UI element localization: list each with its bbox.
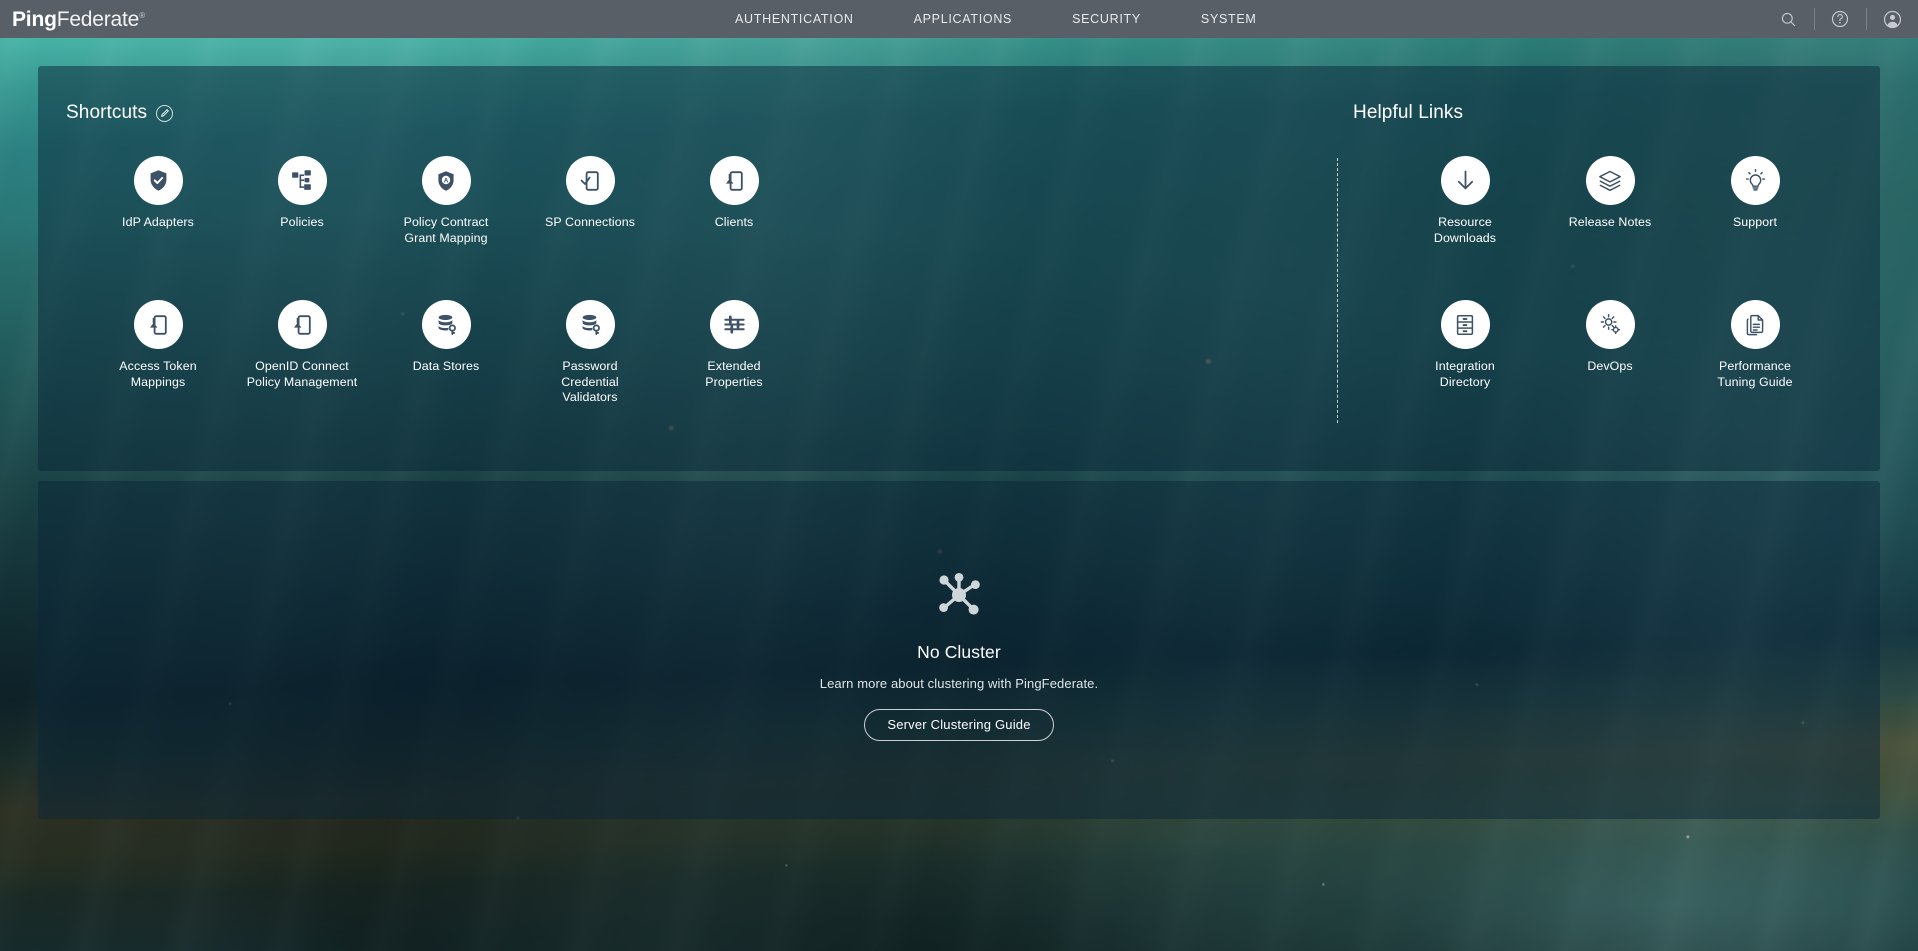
shortcut-policy-contract-grant-mapping[interactable]: A Policy Contract Grant Mapping bbox=[374, 156, 518, 246]
shortcut-label: OpenID Connect Policy Management bbox=[246, 359, 358, 389]
logo-ping-text: Ping bbox=[12, 7, 57, 31]
app-header: PingFederate® AUTHENTICATION APPLICATION… bbox=[0, 0, 1918, 38]
device-key-icon bbox=[709, 156, 759, 205]
shortcut-label: Clients bbox=[714, 215, 754, 229]
shortcut-data-stores[interactable]: Data Stores bbox=[374, 300, 518, 406]
help-button[interactable] bbox=[1814, 0, 1866, 38]
nav-authentication[interactable]: AUTHENTICATION bbox=[735, 12, 854, 26]
layers-icon bbox=[1585, 156, 1635, 205]
cluster-title: No Cluster bbox=[917, 642, 1001, 662]
shortcuts-title: Shortcuts bbox=[66, 102, 148, 123]
documents-icon bbox=[1730, 300, 1780, 349]
main-navigation: AUTHENTICATION APPLICATIONS SECURITY SYS… bbox=[735, 0, 1257, 38]
device-key-glyph bbox=[726, 170, 743, 191]
link-label: Integration Directory bbox=[1435, 359, 1495, 389]
shortcut-access-token-mappings[interactable]: Access Token Mappings bbox=[86, 300, 230, 406]
link-performance-tuning-guide[interactable]: Performance Tuning Guide bbox=[1683, 300, 1827, 390]
device-check-icon bbox=[565, 156, 615, 205]
device-token-glyph bbox=[150, 314, 167, 335]
device-token-glyph bbox=[294, 314, 311, 335]
helpful-links-grid: Resource Downloads Release Notes Support… bbox=[1393, 156, 1828, 390]
device-token-icon bbox=[133, 300, 183, 349]
shortcut-label: IdP Adapters bbox=[122, 215, 194, 229]
link-support[interactable]: Support bbox=[1683, 156, 1827, 246]
database-key-icon bbox=[565, 300, 615, 349]
gears-icon bbox=[1585, 300, 1635, 349]
layers-glyph bbox=[1599, 170, 1621, 191]
pingfederate-logo[interactable]: PingFederate® bbox=[12, 9, 145, 30]
documents-glyph bbox=[1746, 314, 1764, 335]
shield-check-glyph bbox=[150, 170, 166, 191]
server-clustering-guide-button[interactable]: Server Clustering Guide bbox=[864, 709, 1054, 741]
shortcut-sp-connections[interactable]: SP Connections bbox=[518, 156, 662, 246]
search-button[interactable] bbox=[1762, 0, 1814, 38]
shortcut-label: SP Connections bbox=[544, 215, 636, 229]
cluster-status-block: No Cluster Learn more about clustering w… bbox=[38, 569, 1880, 741]
lightbulb-glyph bbox=[1745, 168, 1765, 191]
shortcut-password-credential-validators[interactable]: Password Credential Validators bbox=[518, 300, 662, 406]
policy-tree-icon bbox=[277, 156, 327, 205]
database-key-glyph bbox=[582, 314, 600, 335]
panel-divider bbox=[1337, 158, 1338, 423]
database-key-icon bbox=[421, 300, 471, 349]
nav-applications[interactable]: APPLICATIONS bbox=[914, 12, 1012, 26]
file-cabinet-icon bbox=[1440, 300, 1490, 349]
link-release-notes[interactable]: Release Notes bbox=[1538, 156, 1682, 246]
link-label: Release Notes bbox=[1568, 215, 1652, 229]
sliders-glyph bbox=[723, 315, 745, 334]
cluster-hub-icon bbox=[933, 569, 985, 626]
device-check-glyph bbox=[580, 170, 599, 191]
link-resource-downloads[interactable]: Resource Downloads bbox=[1393, 156, 1537, 246]
shortcuts-heading: Shortcuts bbox=[66, 102, 174, 124]
cluster-panel: No Cluster Learn more about clustering w… bbox=[38, 481, 1880, 819]
link-integration-directory[interactable]: Integration Directory bbox=[1393, 300, 1537, 390]
shortcuts-panel: Shortcuts Helpful Links IdP Adapters Pol… bbox=[38, 66, 1880, 471]
shortcut-label: Policy Contract Grant Mapping bbox=[403, 215, 489, 245]
link-label: Performance Tuning Guide bbox=[1717, 359, 1793, 389]
nav-security[interactable]: SECURITY bbox=[1072, 12, 1141, 26]
help-icon bbox=[1831, 10, 1849, 28]
nav-system[interactable]: SYSTEM bbox=[1201, 12, 1257, 26]
download-arrow-icon bbox=[1440, 156, 1490, 205]
logo-registered-mark: ® bbox=[139, 10, 145, 20]
shortcut-label: Data Stores bbox=[412, 359, 480, 373]
cluster-hub-glyph bbox=[939, 573, 980, 615]
shield-badge-glyph: A bbox=[438, 170, 454, 191]
shortcuts-grid: IdP Adapters Policies A Policy Contract … bbox=[86, 156, 806, 406]
link-label: Resource Downloads bbox=[1433, 215, 1497, 245]
download-arrow-glyph bbox=[1457, 170, 1473, 190]
svg-text:A: A bbox=[444, 177, 449, 184]
shortcut-policies[interactable]: Policies bbox=[230, 156, 374, 246]
shortcut-extended-properties[interactable]: Extended Properties bbox=[662, 300, 806, 406]
shortcut-label: Policies bbox=[280, 215, 324, 229]
shortcut-openid-connect-policy-management[interactable]: OpenID Connect Policy Management bbox=[230, 300, 374, 406]
shortcut-idp-adapters[interactable]: IdP Adapters bbox=[86, 156, 230, 246]
link-label: Support bbox=[1732, 215, 1778, 229]
file-cabinet-glyph bbox=[1456, 314, 1474, 335]
shortcut-label: Extended Properties bbox=[705, 359, 763, 389]
sliders-icon bbox=[709, 300, 759, 349]
user-account-button[interactable] bbox=[1866, 0, 1918, 38]
logo-federate-text: Federate bbox=[56, 7, 140, 31]
user-avatar-icon bbox=[1883, 10, 1901, 28]
shield-check-icon bbox=[133, 156, 183, 205]
database-key-glyph bbox=[438, 314, 456, 335]
link-label: DevOps bbox=[1587, 359, 1633, 373]
link-devops[interactable]: DevOps bbox=[1538, 300, 1682, 390]
helpful-links-title: Helpful Links bbox=[1353, 102, 1464, 123]
shortcut-label: Password Credential Validators bbox=[561, 359, 619, 404]
gears-glyph bbox=[1600, 314, 1620, 335]
helpful-links-heading: Helpful Links bbox=[1353, 102, 1463, 124]
lightbulb-icon bbox=[1730, 156, 1780, 205]
shield-badge-icon: A bbox=[421, 156, 471, 205]
device-token-icon bbox=[277, 300, 327, 349]
pencil-edit-icon[interactable] bbox=[156, 104, 174, 122]
header-actions bbox=[1762, 0, 1918, 38]
search-icon bbox=[1781, 12, 1795, 26]
shortcut-label: Access Token Mappings bbox=[119, 359, 197, 389]
pencil-glyph bbox=[160, 109, 169, 117]
policy-tree-glyph bbox=[291, 170, 311, 190]
cluster-subtitle: Learn more about clustering with PingFed… bbox=[819, 676, 1099, 691]
shortcut-clients[interactable]: Clients bbox=[662, 156, 806, 246]
